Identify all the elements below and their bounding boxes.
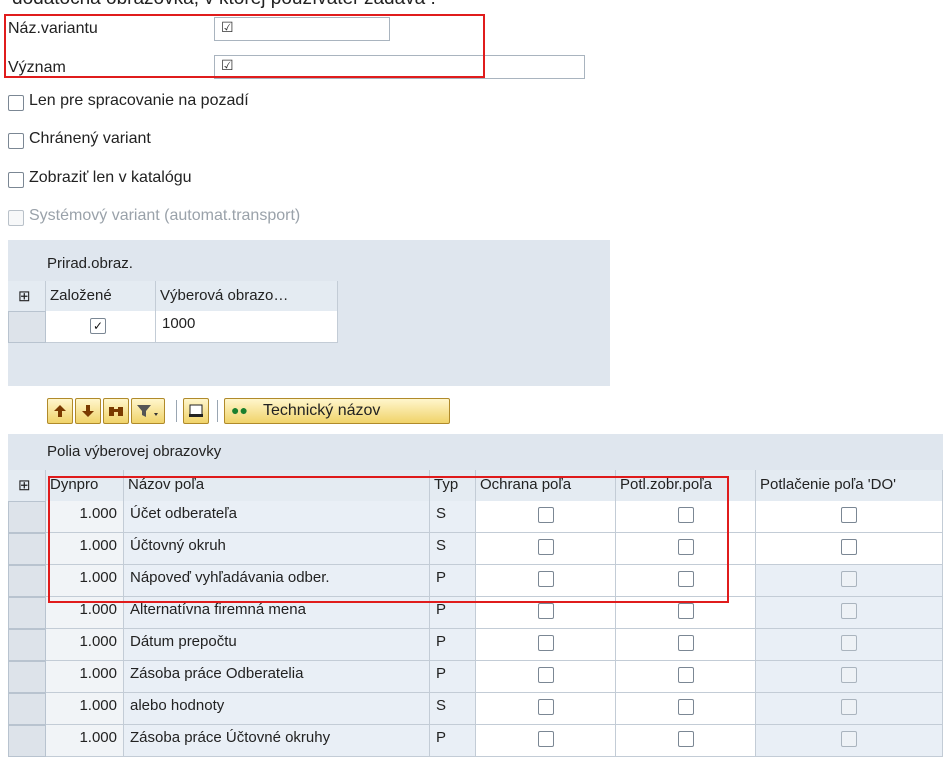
field-hideTo-checkbox[interactable] bbox=[841, 507, 857, 523]
field-type-cell[interactable]: P bbox=[430, 629, 476, 661]
field-prot-cell[interactable] bbox=[476, 629, 616, 661]
field-hide-checkbox[interactable] bbox=[677, 731, 694, 747]
screen-assignment-title: Prirad.obraz. bbox=[47, 255, 133, 272]
catalog-only-checkbox[interactable] bbox=[8, 172, 24, 188]
field-dynpro-cell[interactable]: 1.000 bbox=[46, 693, 124, 725]
select-all-icon[interactable]: ⊞ bbox=[8, 470, 46, 501]
field-hide-cell[interactable] bbox=[616, 629, 756, 661]
field-hideTo-checkbox[interactable] bbox=[841, 667, 857, 683]
row-selector[interactable] bbox=[8, 693, 46, 725]
protected-variant-label: Chránený variant bbox=[29, 130, 151, 147]
field-type-cell[interactable]: S bbox=[430, 693, 476, 725]
field-hide-checkbox[interactable] bbox=[677, 635, 694, 651]
background-only-checkbox[interactable] bbox=[8, 95, 24, 111]
row-selector[interactable] bbox=[8, 597, 46, 629]
field-prot-checkbox[interactable] bbox=[537, 731, 554, 747]
row-selector[interactable] bbox=[8, 311, 46, 343]
field-hideTo-checkbox[interactable] bbox=[841, 635, 857, 651]
field-hide-cell[interactable] bbox=[616, 693, 756, 725]
field-hideTo-checkbox[interactable] bbox=[841, 571, 857, 587]
field-hideTo-checkbox[interactable] bbox=[841, 603, 857, 619]
find-icon[interactable] bbox=[103, 398, 129, 424]
system-variant-checkbox bbox=[8, 210, 24, 226]
field-dynpro-cell[interactable]: 1.000 bbox=[46, 661, 124, 693]
field-hideTo-cell[interactable] bbox=[756, 693, 943, 725]
field-hide-checkbox[interactable] bbox=[677, 603, 694, 619]
field-hideTo-cell[interactable] bbox=[756, 661, 943, 693]
field-hide-checkbox[interactable] bbox=[677, 699, 694, 715]
field-type-cell[interactable]: P bbox=[430, 661, 476, 693]
field-type-cell[interactable]: P bbox=[430, 725, 476, 757]
system-variant-label: Systémový variant (automat.transport) bbox=[29, 207, 301, 224]
column-hide-to-field[interactable]: Potlačenie poľa 'DO' bbox=[756, 470, 943, 501]
field-prot-cell[interactable] bbox=[476, 693, 616, 725]
created-cell[interactable]: ✓ bbox=[46, 311, 156, 343]
field-prot-checkbox[interactable] bbox=[537, 603, 554, 619]
catalog-only-label: Zobraziť len v katalógu bbox=[29, 169, 192, 186]
sort-descending-icon[interactable] bbox=[75, 398, 101, 424]
screen-assignment-header: ⊞ Založené Výberová obrazo… bbox=[8, 281, 338, 312]
row-selector[interactable] bbox=[8, 725, 46, 757]
field-hideTo-cell[interactable] bbox=[756, 725, 943, 757]
select-all-icon[interactable]: ⊞ bbox=[8, 281, 46, 311]
column-created[interactable]: Založené bbox=[46, 281, 156, 311]
toolbar-separator bbox=[217, 400, 218, 422]
selection-screen-cell[interactable]: 1000 bbox=[156, 311, 338, 343]
field-hideTo-cell[interactable] bbox=[756, 597, 943, 629]
field-hide-cell[interactable] bbox=[616, 661, 756, 693]
row-selector[interactable] bbox=[8, 533, 46, 565]
field-hideTo-cell[interactable] bbox=[756, 501, 943, 533]
row-selector[interactable] bbox=[8, 661, 46, 693]
field-name-cell[interactable]: Zásoba práce Odberatelia bbox=[124, 661, 430, 693]
toolbar-separator bbox=[176, 400, 177, 422]
field-name-cell[interactable]: Zásoba práce Účtovné okruhy bbox=[124, 725, 430, 757]
print-icon[interactable] bbox=[183, 398, 209, 424]
field-prot-checkbox[interactable] bbox=[537, 699, 554, 715]
highlight-box-attributes bbox=[4, 14, 485, 78]
row-selector[interactable] bbox=[8, 565, 46, 597]
field-hideTo-cell[interactable] bbox=[756, 629, 943, 661]
highlight-box-fields bbox=[48, 476, 729, 603]
field-hideTo-cell[interactable] bbox=[756, 565, 943, 597]
field-hideTo-checkbox[interactable] bbox=[841, 731, 857, 747]
field-prot-checkbox[interactable] bbox=[537, 667, 554, 683]
technical-name-label: Technický názov bbox=[263, 402, 381, 419]
column-selection-screen[interactable]: Výberová obrazo… bbox=[156, 281, 338, 311]
created-checkbox[interactable]: ✓ bbox=[90, 318, 106, 334]
row-selector[interactable] bbox=[8, 629, 46, 661]
field-name-cell[interactable]: alebo hodnoty bbox=[124, 693, 430, 725]
sort-ascending-icon[interactable] bbox=[47, 398, 73, 424]
field-hideTo-cell[interactable] bbox=[756, 533, 943, 565]
field-hide-checkbox[interactable] bbox=[677, 667, 694, 683]
technical-name-icon: ●● bbox=[231, 402, 248, 418]
field-prot-cell[interactable] bbox=[476, 725, 616, 757]
background-only-label: Len pre spracovanie na pozadí bbox=[29, 92, 249, 109]
fields-table-title: Polia výberovej obrazovky bbox=[47, 443, 222, 460]
field-prot-checkbox[interactable] bbox=[537, 635, 554, 651]
row-selector[interactable] bbox=[8, 501, 46, 533]
field-prot-cell[interactable] bbox=[476, 661, 616, 693]
field-hide-cell[interactable] bbox=[616, 725, 756, 757]
filter-icon[interactable] bbox=[131, 398, 165, 424]
field-hideTo-checkbox[interactable] bbox=[841, 539, 857, 555]
technical-name-button[interactable]: ●● Technický názov bbox=[224, 398, 450, 424]
protected-variant-checkbox[interactable] bbox=[8, 133, 24, 149]
caption-text: dodatočná obrazovka, v ktorej používateľ… bbox=[12, 0, 436, 10]
field-dynpro-cell[interactable]: 1.000 bbox=[46, 629, 124, 661]
field-dynpro-cell[interactable]: 1.000 bbox=[46, 725, 124, 757]
field-name-cell[interactable]: Dátum prepočtu bbox=[124, 629, 430, 661]
field-hideTo-checkbox[interactable] bbox=[841, 699, 857, 715]
